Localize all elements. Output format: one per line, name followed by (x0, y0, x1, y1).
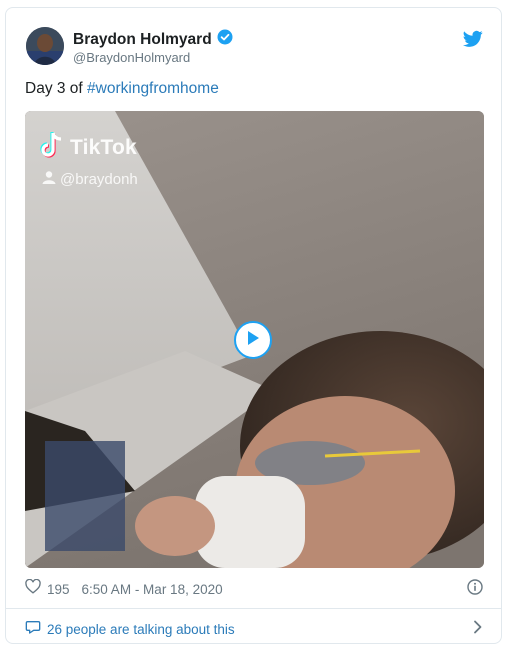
tiktok-creator-handle: @braydonh (60, 171, 138, 188)
hashtag-link[interactable]: #workingfromhome (87, 80, 219, 97)
user-icon (42, 170, 56, 189)
tiktok-creator: @braydonh (42, 170, 138, 189)
heart-icon[interactable] (25, 578, 41, 599)
author-name-row[interactable]: Braydon Holmyard (73, 29, 233, 50)
verified-badge-icon (217, 29, 233, 50)
conversation-label[interactable]: 26 people are talking about this (47, 622, 235, 637)
timestamp[interactable]: 6:50 AM - Mar 18, 2020 (82, 582, 223, 597)
conversation-link[interactable]: 26 people are talking about this (25, 620, 483, 638)
play-button[interactable] (234, 321, 272, 359)
author-handle[interactable]: @BraydonHolmyard (73, 50, 190, 65)
play-icon (246, 330, 260, 351)
divider (6, 608, 501, 609)
like-count[interactable]: 195 (47, 582, 70, 597)
tweet-card: Braydon Holmyard @BraydonHolmyard Day 3 … (5, 7, 502, 644)
comment-icon (25, 619, 41, 640)
display-name[interactable]: Braydon Holmyard (73, 31, 212, 49)
info-icon[interactable] (467, 578, 483, 600)
tweet-meta: 195 6:50 AM - Mar 18, 2020 (25, 578, 483, 600)
tweet-text-prefix: Day 3 of (25, 80, 88, 97)
avatar[interactable] (26, 27, 64, 65)
video-media[interactable]: TikTok @braydonh (25, 111, 484, 568)
tweet-text: Day 3 of #workingfromhome (25, 80, 219, 98)
twitter-bird-icon[interactable] (463, 30, 483, 48)
tiktok-watermark: TikTok (40, 131, 137, 164)
chevron-right-icon[interactable] (473, 620, 483, 639)
tiktok-wordmark: TikTok (70, 135, 137, 159)
tiktok-logo-icon (40, 131, 64, 164)
